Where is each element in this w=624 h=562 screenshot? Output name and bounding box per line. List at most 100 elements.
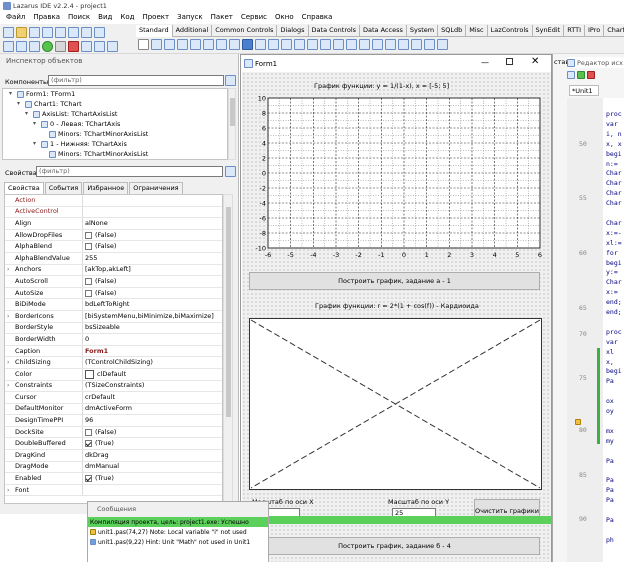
property-value-cell[interactable]: [biSystemMenu,biMinimize,biMaximize] <box>83 311 222 322</box>
property-row-autosize[interactable]: AutoSize (False) <box>5 287 222 300</box>
checkbox-unchecked-icon[interactable] <box>85 243 92 251</box>
view-forms-icon[interactable] <box>16 41 27 52</box>
components-filter-clear-icon[interactable] <box>225 75 236 86</box>
component-tree[interactable]: ▾ Form1: TForm1 ▾ Chart1: TChart ▾ AxisList: … <box>2 88 228 160</box>
property-value-cell[interactable]: bdLeftToRight <box>83 299 222 310</box>
tscrollbar-icon[interactable] <box>294 39 305 50</box>
build-graph-b-button[interactable]: Построить график, задание б - 4 <box>249 537 540 555</box>
palette-tab-4[interactable]: Data Controls <box>309 24 361 37</box>
palette-tab-2[interactable]: Common Controls <box>212 24 278 37</box>
palette-tab-10[interactable]: SynEdit <box>533 24 565 37</box>
chart1[interactable]: -6 -5 -4 -3 -2 -1 0 1 2 3 4 5 61086420-2-4-6-8-10 <box>248 94 548 262</box>
property-row-anchors[interactable]: › Anchors [akTop,akLeft] <box>5 264 222 277</box>
property-value-cell[interactable]: [akTop,akLeft] <box>83 265 222 276</box>
menu-item-3[interactable]: Вид <box>94 11 116 24</box>
property-row-align[interactable]: Align alNone <box>5 218 222 230</box>
expand-chevron-icon[interactable]: › <box>7 311 15 322</box>
checkbox-checked-icon[interactable] <box>85 475 92 483</box>
property-value-cell[interactable]: crDefault <box>83 392 222 403</box>
new-unit-icon[interactable] <box>68 27 79 38</box>
editor-back-icon[interactable] <box>567 71 575 79</box>
properties-filter-input[interactable]: (фильтр) <box>36 166 223 177</box>
property-row-docksite[interactable]: DockSite (False) <box>5 426 222 439</box>
inspector-tab-0[interactable]: Свойства <box>4 182 44 194</box>
close-button[interactable]: ✕ <box>531 56 539 67</box>
tactionlist-icon[interactable] <box>372 39 383 50</box>
tframe-icon-2[interactable] <box>398 39 409 50</box>
menu-item-1[interactable]: Правка <box>29 11 64 24</box>
tree-node[interactable]: Minors: TChartMinorAxisList <box>3 149 227 159</box>
palette-tab-5[interactable]: Data Access <box>360 24 407 37</box>
expand-chevron-icon[interactable]: › <box>7 381 15 392</box>
property-row-borderwidth[interactable]: BorderWidth 0 <box>5 334 222 346</box>
property-value-cell[interactable]: (False) <box>83 288 222 299</box>
menu-item-7[interactable]: Пакет <box>207 11 237 24</box>
tframe-icon[interactable] <box>359 39 370 50</box>
property-value-cell[interactable]: (False) <box>83 276 222 287</box>
property-row-cursor[interactable]: Cursor crDefault <box>5 392 222 404</box>
palette-tab-3[interactable]: Dialogs <box>277 24 309 37</box>
tcombobox-icon[interactable] <box>281 39 292 50</box>
editor-forward-icon[interactable] <box>577 71 585 79</box>
open-file-icon[interactable] <box>81 27 92 38</box>
tradiogroup-icon[interactable] <box>320 39 331 50</box>
tree-expander-icon[interactable]: ▾ <box>17 99 25 109</box>
checkbox-unchecked-icon[interactable] <box>85 231 92 239</box>
tmainmenu-icon[interactable] <box>151 39 162 50</box>
property-value-cell[interactable]: (True) <box>83 438 222 449</box>
palette-tab-12[interactable]: IPro <box>585 24 605 37</box>
palette-tab-1[interactable]: Additional <box>173 24 213 37</box>
save-all-icon[interactable] <box>42 27 53 38</box>
tree-expander-icon[interactable]: ▾ <box>25 109 33 119</box>
property-value-cell[interactable]: (False) <box>83 427 222 438</box>
checkbox-unchecked-icon[interactable] <box>85 428 92 436</box>
step-into-icon[interactable] <box>81 41 92 52</box>
property-value-cell[interactable]: bsSizeable <box>83 323 222 334</box>
tpopupmenu-icon[interactable] <box>164 39 175 50</box>
checkbox-unchecked-icon[interactable] <box>85 289 92 297</box>
tcombobox-icon-2[interactable] <box>385 39 396 50</box>
property-value-cell[interactable] <box>83 195 222 206</box>
open-icon[interactable] <box>16 27 27 38</box>
expand-chevron-icon[interactable]: › <box>7 265 15 276</box>
tlistbox-icon[interactable] <box>268 39 279 50</box>
palette-tab-11[interactable]: RTTI <box>564 24 585 37</box>
step-out-icon[interactable] <box>107 41 118 52</box>
property-grid[interactable]: Action ActiveControl Align alNone AllowDropF… <box>4 194 223 504</box>
pointer-tool-icon[interactable] <box>138 39 149 50</box>
tradiobutton-icon[interactable] <box>255 39 266 50</box>
property-row-designtimeppi[interactable]: DesignTimePPI 96 <box>5 415 222 427</box>
tree-node[interactable]: ▾ 0 - Левая: TChartAxis <box>3 119 227 129</box>
menu-item-2[interactable]: Поиск <box>64 11 94 24</box>
property-value-cell[interactable]: clDefault <box>83 369 222 380</box>
menu-item-9[interactable]: Окно <box>271 11 298 24</box>
tcheckbox-icon[interactable] <box>242 39 253 50</box>
editor-jump-icon[interactable] <box>587 71 595 79</box>
inspector-tab-2[interactable]: Избранное <box>83 182 129 194</box>
chart2-placeholder[interactable] <box>249 318 542 490</box>
property-value-cell[interactable]: (TControlChildSizing) <box>83 357 222 368</box>
property-row-bordericons[interactable]: › BorderIcons [biSystemMenu,biMinimize,biM… <box>5 310 222 323</box>
inspector-tab-1[interactable]: События <box>44 182 83 194</box>
options-icon[interactable] <box>29 41 40 52</box>
tcheckgroup-icon[interactable] <box>333 39 344 50</box>
tmemo-icon[interactable] <box>216 39 227 50</box>
property-row-enabled[interactable]: Enabled (True) <box>5 473 222 485</box>
tree-node[interactable]: ▾ 1 - Нижняя: TChartAxis <box>3 139 227 149</box>
property-value-cell[interactable]: dmManual <box>83 462 222 473</box>
minimize-button[interactable]: — <box>481 58 489 67</box>
save-icon[interactable] <box>29 27 40 38</box>
tree-expander-icon[interactable]: ▾ <box>9 89 17 99</box>
build-graph-a-button[interactable]: Построить график, задание а - 1 <box>249 272 540 290</box>
tree-node[interactable]: ▾ Chart1: TChart <box>3 99 227 109</box>
tgroupbox-icon[interactable] <box>307 39 318 50</box>
tree-node[interactable]: Minors: TChartMinorAxisList <box>3 129 227 139</box>
palette-tab-6[interactable]: System <box>407 24 439 37</box>
properties-filter-clear-icon[interactable] <box>225 166 236 177</box>
property-row-action[interactable]: Action <box>5 195 222 207</box>
stop-icon[interactable] <box>68 41 79 52</box>
checkbox-unchecked-icon[interactable] <box>85 277 92 285</box>
property-row-borderstyle[interactable]: BorderStyle bsSizeable <box>5 322 222 335</box>
run-icon[interactable] <box>42 41 53 52</box>
property-row-childsizing[interactable]: › ChildSizing (TControlChildSizing) <box>5 357 222 369</box>
